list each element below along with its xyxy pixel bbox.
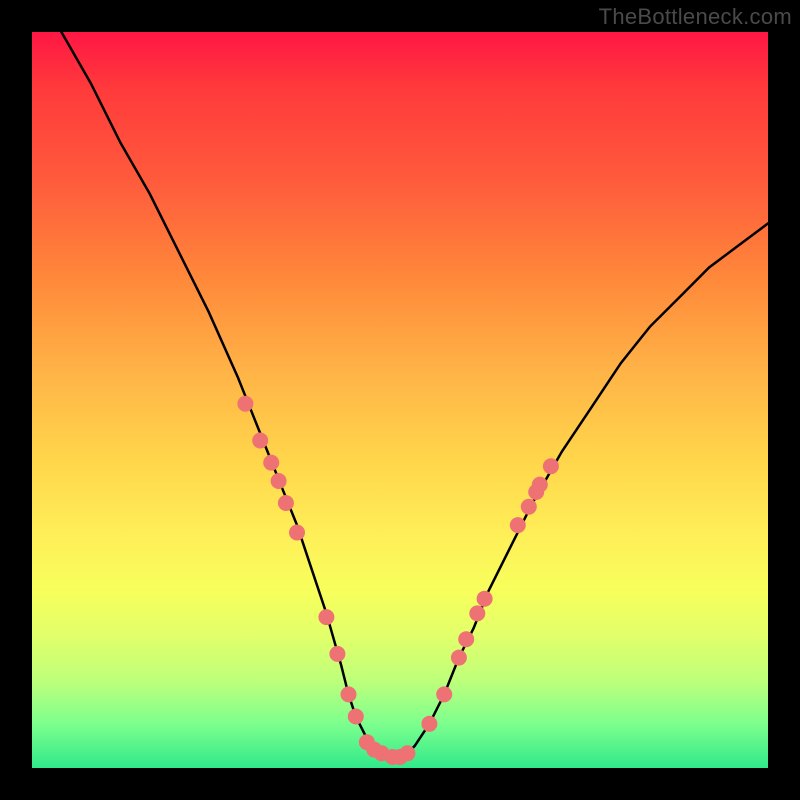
- curve-marker: [348, 709, 364, 725]
- curve-marker: [477, 591, 493, 607]
- chart-svg: [32, 32, 768, 768]
- watermark-text: TheBottleneck.com: [599, 4, 792, 30]
- curve-marker: [263, 455, 279, 471]
- curve-marker: [252, 433, 268, 449]
- curve-marker: [278, 495, 294, 511]
- plot-area: [32, 32, 768, 768]
- curve-marker: [458, 631, 474, 647]
- bottleneck-curve: [61, 32, 768, 757]
- curve-marker: [521, 499, 537, 515]
- curve-marker: [329, 646, 345, 662]
- curve-marker: [341, 686, 357, 702]
- curve-marker: [271, 473, 287, 489]
- curve-markers: [237, 396, 559, 765]
- curve-marker: [289, 525, 305, 541]
- curve-marker: [532, 477, 548, 493]
- chart-frame: TheBottleneck.com: [0, 0, 800, 800]
- curve-marker: [543, 458, 559, 474]
- curve-marker: [510, 517, 526, 533]
- curve-marker: [436, 686, 452, 702]
- curve-marker: [469, 605, 485, 621]
- curve-marker: [237, 396, 253, 412]
- curve-marker: [318, 609, 334, 625]
- curve-marker: [421, 716, 437, 732]
- curve-marker: [451, 650, 467, 666]
- curve-marker: [399, 745, 415, 761]
